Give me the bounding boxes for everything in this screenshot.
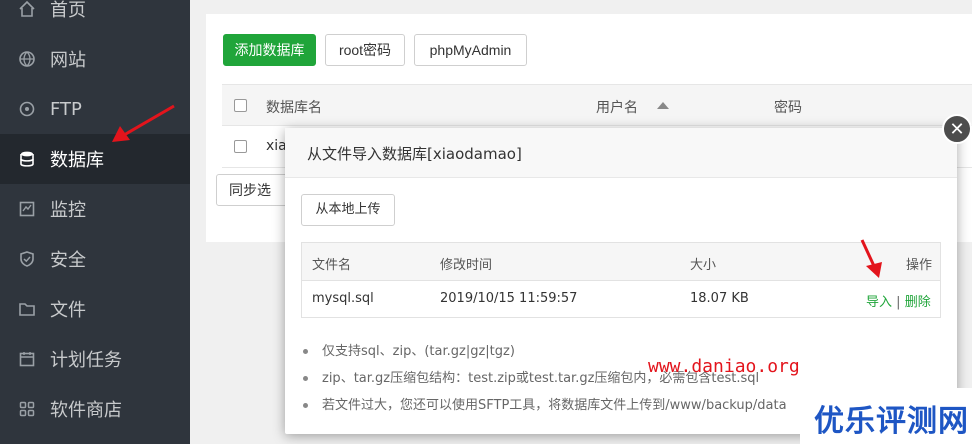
bullet-icon [303,349,308,354]
sync-selected-button[interactable]: 同步选 [216,174,296,206]
tip-item: 若文件过大，您还可以使用SFTP工具，将数据库文件上传到/www/backup/… [301,394,787,413]
shield-icon [16,249,38,269]
sidebar: 首页 网站 FTP 数据库 监控 安全 文件 计划任务 软件商店 [0,0,190,444]
phpmyadmin-button[interactable]: phpMyAdmin [414,34,527,66]
sidebar-item-security[interactable]: 安全 [0,234,190,284]
sidebar-item-store[interactable]: 软件商店 [0,384,190,434]
sidebar-item-label: 文件 [50,300,86,321]
file-size-cell: 18.07 KB [690,291,749,306]
upload-local-button[interactable]: 从本地上传 [301,194,395,226]
action-separator: | [896,295,901,310]
column-password[interactable]: 密码 [774,97,802,117]
column-username[interactable]: 用户名 [596,97,638,117]
tip-text: 若文件过大，您还可以使用SFTP工具，将数据库文件上传到/www/backup/… [322,398,787,413]
sidebar-item-label: 数据库 [50,150,104,171]
database-icon [16,149,38,169]
watermark-logo-text: 优乐评测网 [814,404,969,439]
sidebar-item-cron[interactable]: 计划任务 [0,334,190,384]
column-mtime: 修改时间 [440,258,493,273]
add-database-button[interactable]: 添加数据库 [223,34,316,66]
sidebar-item-label: 计划任务 [50,350,122,371]
select-all-checkbox[interactable] [234,99,247,112]
import-link[interactable]: 导入 [866,295,892,310]
watermark-url: www.daniao.org [648,356,800,377]
apps-icon [16,399,38,419]
sidebar-item-website[interactable]: 网站 [0,34,190,84]
sidebar-item-ftp[interactable]: FTP [0,84,190,134]
tip-item: 仅支持sql、zip、(tar.gz|gz|tgz) [301,340,515,359]
close-icon[interactable]: ✕ [942,114,972,144]
sidebar-item-home[interactable]: 首页 [0,0,190,34]
watermark-logo: 优乐评测网 [800,388,972,444]
sidebar-item-label: 首页 [50,0,86,21]
table-header: 数据库名 用户名 密码 [222,84,972,126]
file-table: 文件名 修改时间 大小 操作 mysql.sql 2019/10/15 11:5… [301,242,941,318]
file-table-header: 文件名 修改时间 大小 操作 [302,243,940,281]
home-icon [16,0,38,19]
sidebar-item-database[interactable]: 数据库 [0,134,190,184]
sidebar-item-label: 安全 [50,250,86,271]
sidebar-item-label: 监控 [50,200,86,221]
file-mtime-cell: 2019/10/15 11:59:57 [440,291,578,306]
bullet-icon [303,403,308,408]
bullet-icon [303,376,308,381]
dialog-title: 从文件导入数据库[xiaodamao] [307,145,522,163]
calendar-icon [16,349,38,369]
tip-text: 仅支持sql、zip、(tar.gz|gz|tgz) [322,344,515,359]
column-actions: 操作 [906,258,933,273]
sort-asc-icon[interactable] [657,102,669,109]
sidebar-item-label: FTP [50,98,82,120]
delete-link[interactable]: 删除 [905,295,931,310]
root-password-button[interactable]: root密码 [325,34,405,66]
column-size: 大小 [690,258,717,273]
sidebar-item-label: 软件商店 [50,400,122,421]
row-checkbox[interactable] [234,140,247,153]
db-name-cell: xia [266,138,287,154]
dialog-header: 从文件导入数据库[xiaodamao] [285,128,957,178]
ftp-icon [16,99,38,119]
column-filename: 文件名 [312,258,352,273]
sidebar-item-files[interactable]: 文件 [0,284,190,334]
monitor-icon [16,199,38,219]
table-row: mysql.sql 2019/10/15 11:59:57 18.07 KB 导… [302,281,940,318]
globe-icon [16,49,38,69]
column-db-name[interactable]: 数据库名 [266,97,322,117]
sidebar-item-label: 网站 [50,50,86,71]
sidebar-item-monitor[interactable]: 监控 [0,184,190,234]
file-actions-cell: 导入 | 删除 [866,291,931,310]
file-name-cell: mysql.sql [312,291,374,306]
folder-icon [16,299,38,319]
